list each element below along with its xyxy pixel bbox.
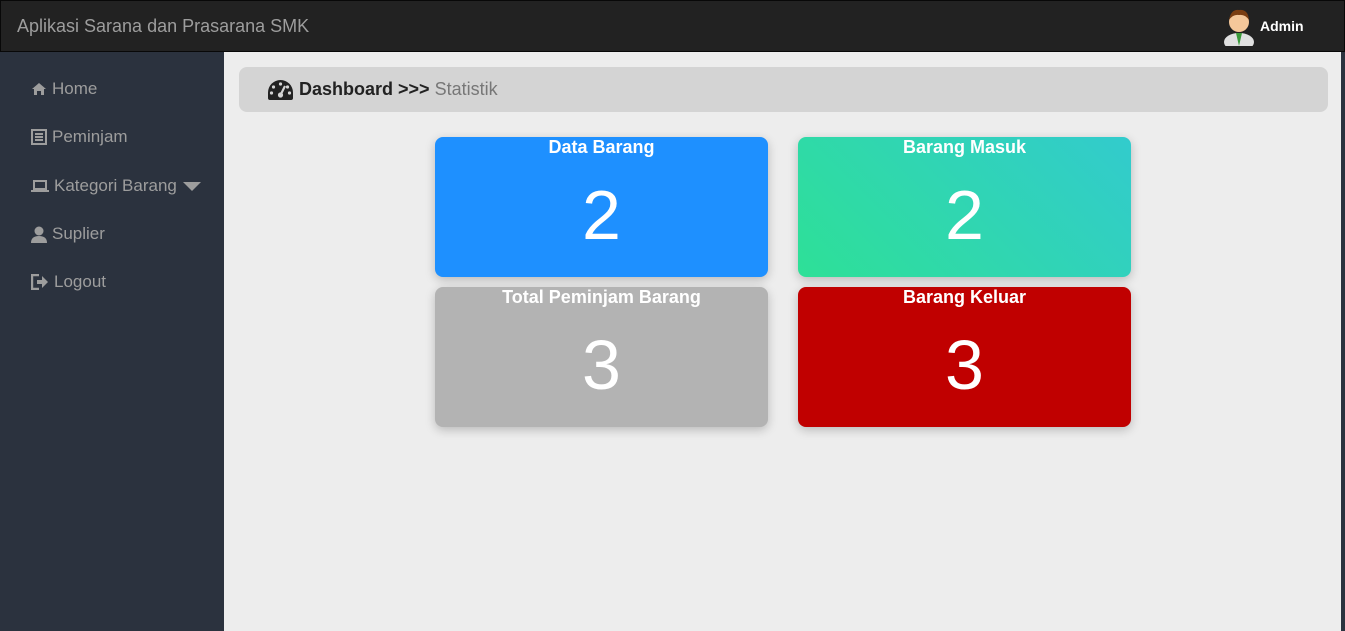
stat-card-barang-masuk[interactable]: Barang Masuk 2	[798, 137, 1131, 277]
home-icon	[32, 83, 46, 95]
sidebar-item-logout[interactable]: Logout	[31, 269, 106, 295]
dashboard-icon	[268, 79, 293, 100]
chevron-down-icon	[182, 181, 201, 191]
stat-card-title: Data Barang	[548, 137, 655, 157]
stat-card-title: Total Peminjam Barang	[502, 287, 701, 307]
user-icon	[31, 226, 47, 243]
sidebar-item-peminjam[interactable]: Peminjam	[31, 124, 128, 150]
stat-card-total-peminjam-barang[interactable]: Total Peminjam Barang 3	[435, 287, 768, 427]
sidebar-item-label: Logout	[54, 272, 106, 291]
window-edge	[1341, 52, 1345, 631]
user-name: Admin	[1260, 18, 1304, 34]
breadcrumb-current: Statistik	[434, 79, 498, 99]
stat-card-value: 2	[945, 176, 984, 254]
stat-card-barang-keluar[interactable]: Barang Keluar 3	[798, 287, 1131, 427]
list-icon	[31, 129, 47, 145]
breadcrumb: Dashboard >>> Statistik	[239, 67, 1328, 112]
stat-card-value: 3	[945, 326, 984, 404]
sidebar-item-label: Suplier	[52, 224, 105, 243]
sidebar-item-label: Home	[52, 79, 98, 98]
sidebar-item-label: Peminjam	[52, 127, 128, 146]
stat-card-value: 3	[582, 326, 621, 404]
breadcrumb-separator: >>>	[398, 79, 430, 99]
sidebar: Home Peminjam Kategori Barang Suplier Lo…	[0, 52, 224, 631]
app-title[interactable]: Aplikasi Sarana dan Prasarana SMK	[17, 16, 309, 37]
stat-card-data-barang[interactable]: Data Barang 2	[435, 137, 768, 277]
top-navbar: Aplikasi Sarana dan Prasarana SMK Admin	[0, 0, 1345, 52]
sidebar-item-label: Kategori Barang	[54, 176, 177, 195]
stat-card-title: Barang Masuk	[902, 137, 1027, 157]
user-menu[interactable]: Admin	[1223, 4, 1304, 48]
logout-icon	[31, 274, 48, 290]
user-avatar-icon	[1224, 9, 1254, 46]
breadcrumb-dashboard[interactable]: Dashboard	[299, 79, 393, 100]
sidebar-item-suplier[interactable]: Suplier	[31, 221, 105, 247]
sidebar-item-home[interactable]: Home	[31, 76, 97, 102]
stat-card-value: 2	[582, 176, 621, 254]
laptop-icon	[31, 180, 49, 192]
stat-card-title: Barang Keluar	[902, 287, 1027, 307]
sidebar-item-kategori-barang[interactable]: Kategori Barang	[31, 173, 201, 199]
